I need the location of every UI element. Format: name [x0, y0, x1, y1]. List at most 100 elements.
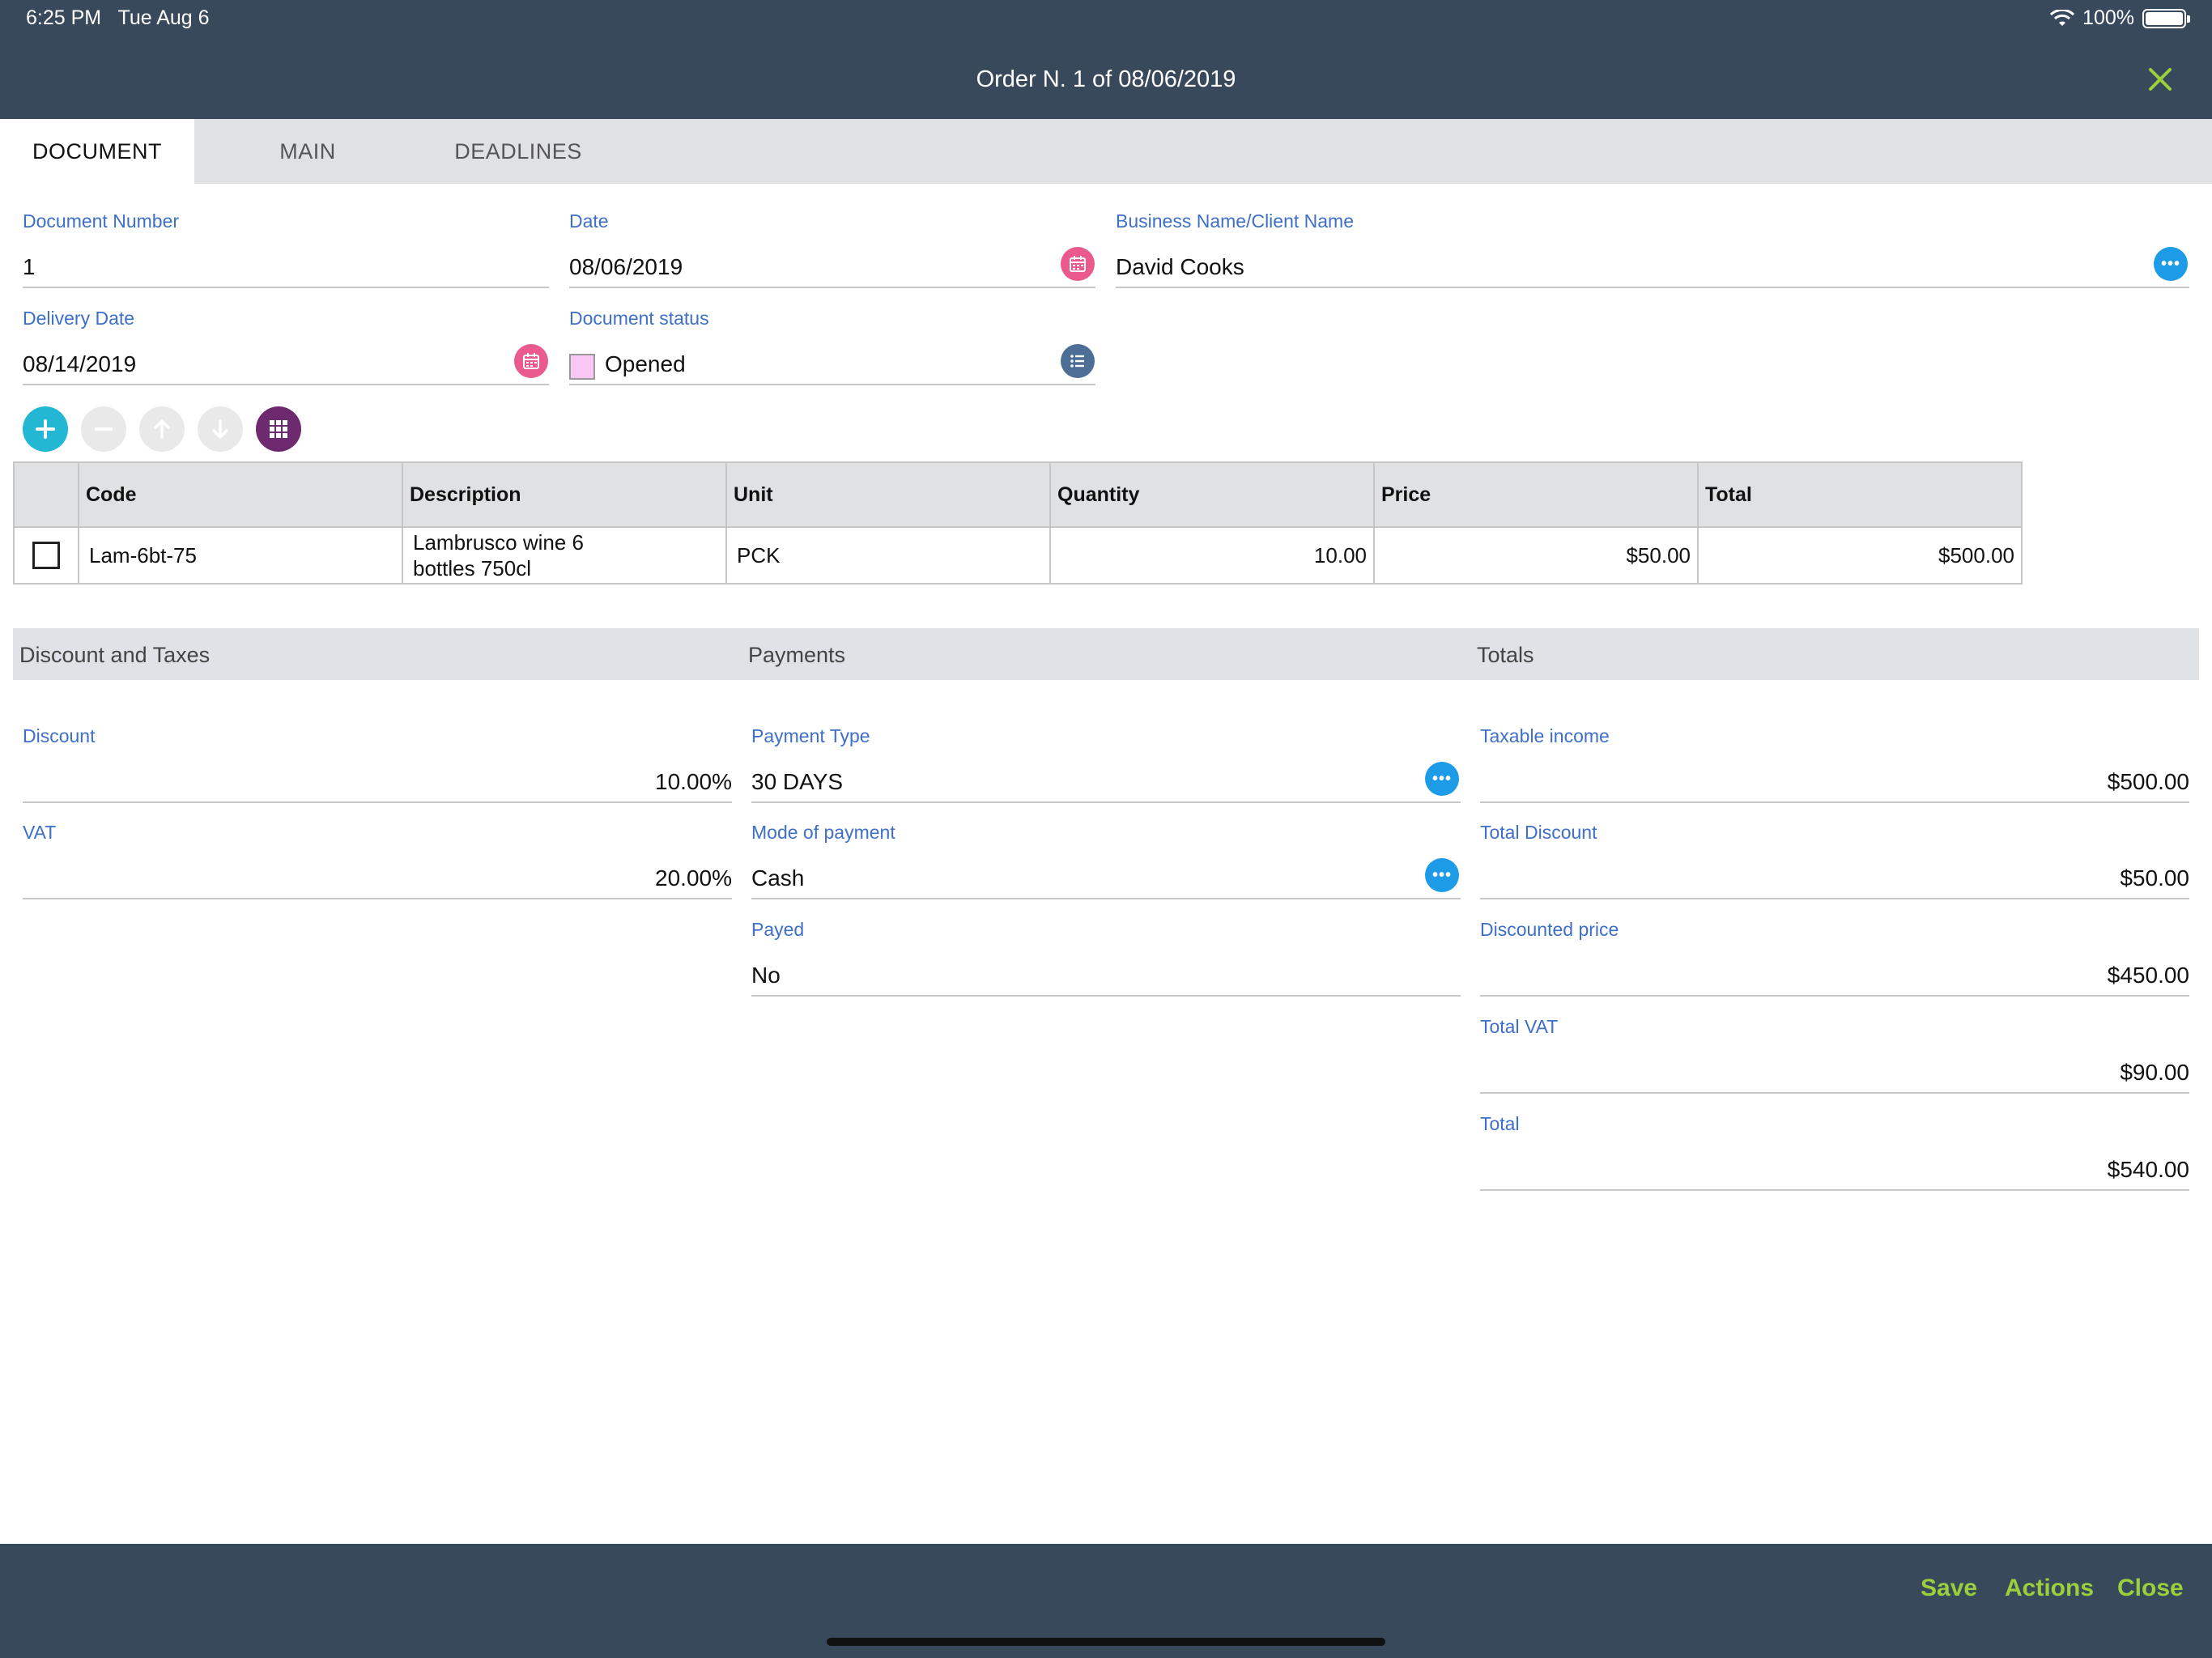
- remove-row-button[interactable]: [81, 406, 126, 452]
- more-icon: •••: [1431, 770, 1452, 788]
- status-date: Tue Aug 6: [117, 6, 210, 29]
- section-title-payments: Payments: [748, 643, 846, 667]
- payment-type-underline: [751, 801, 1461, 803]
- column-header-price: Price: [1375, 463, 1699, 526]
- vat-field[interactable]: 20.00%: [23, 865, 732, 891]
- payment-type-label: Payment Type: [751, 725, 870, 746]
- cell-unit[interactable]: PCK: [727, 528, 1051, 583]
- tab-document[interactable]: DOCUMENT: [0, 119, 194, 184]
- cell-quantity[interactable]: 10.00: [1051, 528, 1375, 583]
- tab-main[interactable]: MAIN: [235, 119, 381, 184]
- select-column-header: [15, 463, 79, 526]
- row-select-cell: [15, 528, 79, 583]
- total-discount-value: $50.00: [2120, 865, 2189, 891]
- column-header-unit: Unit: [727, 463, 1051, 526]
- status-color-swatch: [569, 354, 595, 380]
- description-line-2: bottles 750cl: [413, 556, 531, 580]
- document-number-underline: [23, 287, 549, 288]
- cell-description[interactable]: Lambrusco wine 6 bottles 750cl: [403, 528, 727, 583]
- summary-section-bar: Discount and Taxes Payments Totals: [13, 628, 2199, 680]
- move-up-button[interactable]: [139, 406, 185, 452]
- vat-underline: [23, 898, 732, 899]
- tab-deadlines[interactable]: DEADLINES: [437, 119, 599, 184]
- date-field[interactable]: 08/06/2019: [569, 254, 683, 280]
- close-button[interactable]: Close: [2117, 1575, 2184, 1602]
- plus-icon: [36, 419, 55, 439]
- status-indicators: 100%: [2050, 6, 2190, 30]
- client-name-field[interactable]: David Cooks: [1116, 254, 1244, 280]
- total-vat-value: $90.00: [2120, 1060, 2189, 1085]
- total-value: $540.00: [2107, 1157, 2189, 1182]
- add-row-button[interactable]: [23, 406, 68, 452]
- arrow-up-icon: [154, 419, 170, 439]
- column-header-description: Description: [403, 463, 727, 526]
- document-status-underline: [569, 384, 1095, 385]
- section-title-discount: Discount and Taxes: [19, 643, 211, 667]
- actions-button[interactable]: Actions: [2005, 1575, 2094, 1602]
- table-header-row: Code Description Unit Quantity Price Tot…: [15, 463, 2021, 528]
- calendar-icon: [1070, 256, 1086, 272]
- grid-view-button[interactable]: [256, 406, 301, 452]
- column-header-code: Code: [79, 463, 403, 526]
- total-label: Total: [1480, 1113, 1520, 1134]
- date-label: Date: [569, 210, 609, 232]
- payment-type-more-button[interactable]: •••: [1425, 762, 1459, 796]
- grid-icon: [270, 420, 287, 438]
- cell-code[interactable]: Lam-6bt-75: [79, 528, 403, 583]
- client-name-label: Business Name/Client Name: [1116, 210, 1355, 232]
- document-number-label: Document Number: [23, 210, 180, 232]
- arrow-down-icon: [212, 419, 228, 439]
- payed-underline: [751, 995, 1461, 997]
- date-underline: [569, 287, 1095, 288]
- discounted-price-label: Discounted price: [1480, 919, 1619, 940]
- description-line-1: Lambrusco wine 6: [413, 530, 584, 555]
- section-title-totals: Totals: [1477, 643, 1534, 667]
- total-discount-label: Total Discount: [1480, 822, 1597, 843]
- delivery-date-label: Delivery Date: [23, 308, 135, 329]
- payed-field[interactable]: No: [751, 963, 781, 988]
- date-calendar-button[interactable]: [1061, 247, 1095, 281]
- total-vat-label: Total VAT: [1480, 1016, 1559, 1037]
- discount-underline: [23, 801, 732, 803]
- discount-field[interactable]: 10.00%: [23, 769, 732, 795]
- payment-type-field[interactable]: 30 DAYS: [751, 769, 843, 795]
- status-time: 6:25 PM Tue Aug 6: [26, 6, 210, 30]
- more-icon: •••: [2160, 255, 2180, 273]
- client-more-button[interactable]: •••: [2154, 247, 2188, 281]
- discounted-price-value: $450.00: [2107, 963, 2189, 988]
- status-list-button[interactable]: [1061, 344, 1095, 378]
- table-row[interactable]: Lam-6bt-75 Lambrusco wine 6 bottles 750c…: [15, 528, 2021, 583]
- payment-mode-underline: [751, 898, 1461, 899]
- battery-percent: 100%: [2082, 6, 2134, 29]
- home-indicator[interactable]: [827, 1638, 1385, 1646]
- close-icon[interactable]: [2144, 63, 2176, 96]
- save-button[interactable]: Save: [1921, 1575, 1977, 1602]
- vat-label: VAT: [23, 822, 57, 843]
- total-underline: [1480, 1189, 2189, 1191]
- document-number-field[interactable]: 1: [23, 254, 36, 280]
- tab-bar: DOCUMENT MAIN DEADLINES: [0, 119, 2212, 184]
- row-checkbox[interactable]: [32, 542, 60, 569]
- list-icon: [1070, 355, 1084, 368]
- cell-price[interactable]: $50.00: [1375, 528, 1699, 583]
- battery-icon: [2142, 8, 2190, 28]
- move-down-button[interactable]: [198, 406, 243, 452]
- column-header-total: Total: [1705, 483, 1752, 506]
- payment-mode-field[interactable]: Cash: [751, 865, 804, 891]
- payment-mode-more-button[interactable]: •••: [1425, 858, 1459, 892]
- taxable-income-underline: [1480, 801, 2189, 803]
- discounted-price-underline: [1480, 995, 2189, 997]
- minus-icon: [95, 427, 113, 431]
- payed-label: Payed: [751, 919, 805, 940]
- delivery-date-calendar-button[interactable]: [514, 344, 548, 378]
- calendar-icon: [523, 353, 539, 369]
- delivery-date-field[interactable]: 08/14/2019: [23, 351, 136, 377]
- title-bar: 6:25 PM Tue Aug 6 100% Order N. 1 of 08/…: [0, 0, 2212, 119]
- wifi-icon: [2050, 9, 2075, 26]
- taxable-income-value: $500.00: [2107, 769, 2189, 794]
- payment-mode-label: Mode of payment: [751, 822, 895, 843]
- status-clock: 6:25 PM: [26, 6, 102, 29]
- cell-total[interactable]: $500.00: [1699, 528, 2021, 583]
- line-items-table: Code Description Unit Quantity Price Tot…: [13, 461, 2023, 585]
- document-status-field[interactable]: Opened: [605, 351, 686, 377]
